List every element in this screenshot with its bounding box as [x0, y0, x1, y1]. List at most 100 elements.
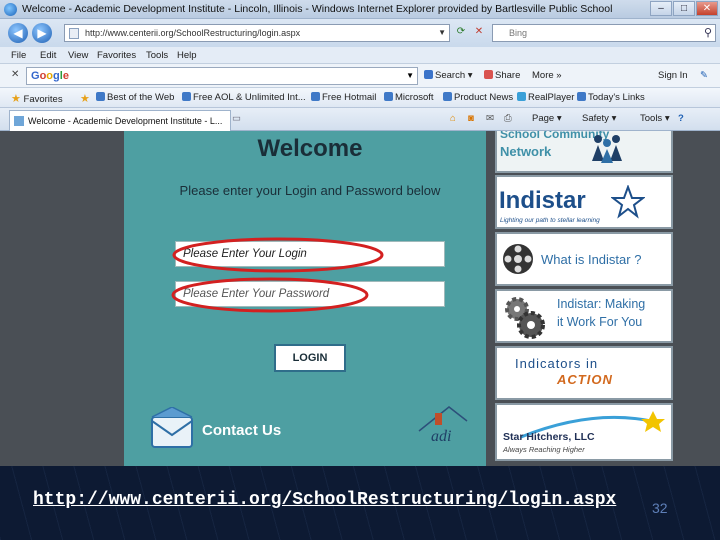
ie-page-icon	[443, 92, 452, 101]
window-title: Welcome - Academic Development Institute…	[22, 3, 613, 15]
google-dropdown-icon[interactable]: ▼	[406, 71, 414, 80]
slide-number: 32	[652, 500, 668, 516]
favorite-label: Best of the Web	[107, 92, 175, 103]
favorites-label: Favorites	[23, 94, 63, 105]
help-icon[interactable]: ?	[678, 113, 684, 124]
back-button[interactable]: ◀	[8, 23, 28, 43]
stop-icon[interactable]: ✕	[472, 25, 486, 39]
contact-us-link[interactable]: Contact Us	[202, 422, 281, 439]
google-search-field[interactable]: Google ▼	[26, 67, 418, 85]
search-field[interactable]: Bing ⚲	[492, 24, 716, 42]
window-title-bar: Welcome - Academic Development Institute…	[0, 0, 720, 19]
envelope-icon[interactable]	[149, 407, 195, 451]
url-text: http://www.centerii.org/SchoolRestructur…	[85, 28, 301, 38]
card-subtitle: Network	[500, 144, 552, 159]
ie-logo-icon	[4, 3, 17, 16]
menu-favorites[interactable]: Favorites	[97, 50, 136, 61]
card-subtitle: Always Reaching Higher	[503, 445, 585, 454]
home-icon[interactable]: ⌂	[450, 113, 456, 124]
favorite-label: Product News	[454, 92, 514, 103]
feeds-icon[interactable]: ◙	[468, 113, 474, 124]
favorite-link[interactable]: Free AOL & Unlimited Int...	[182, 92, 306, 103]
favorite-link[interactable]: Microsoft	[384, 92, 434, 103]
close-button[interactable]: ✕	[696, 1, 718, 16]
sign-in-link[interactable]: Sign In	[658, 70, 688, 81]
favorites-star-icon: ★	[11, 93, 21, 105]
indicators-in-action-card[interactable]: Indicators in ACTION	[495, 346, 673, 400]
read-mail-icon[interactable]: ✉	[486, 113, 494, 124]
gears-icon	[505, 297, 545, 339]
card-subtitle: ACTION	[557, 372, 613, 387]
share-label: Share	[495, 70, 521, 81]
sidebar: School Community Network Indistar Lighti…	[495, 131, 673, 466]
favorite-label: Free AOL & Unlimited Int...	[193, 92, 306, 103]
favorite-link[interactable]: Product News	[443, 92, 513, 103]
tab-row: Welcome - Academic Development Institute…	[0, 108, 720, 131]
school-community-network-card[interactable]: School Community Network	[495, 131, 673, 173]
favorite-link[interactable]: RealPlayer	[517, 92, 574, 103]
url-field[interactable]: http://www.centerii.org/SchoolRestructur…	[64, 24, 450, 42]
menu-bar: File Edit View Favorites Tools Help	[0, 47, 720, 64]
favorite-link[interactable]: Today's Links	[577, 92, 645, 103]
login-field[interactable]: Please Enter Your Login	[175, 241, 445, 267]
star-hitchers-card[interactable]: Star Hitchers, LLC Always Reaching Highe…	[495, 403, 673, 461]
page-title: Welcome	[257, 135, 363, 162]
search-icon[interactable]: ⚲	[704, 26, 712, 39]
forward-button[interactable]: ▶	[32, 23, 52, 43]
ie-page-icon	[311, 92, 320, 101]
minimize-button[interactable]: –	[650, 1, 672, 16]
slide-caption: http://www.centerii.org/SchoolRestructur…	[0, 466, 720, 540]
favorite-link[interactable]: Free Hotmail	[311, 92, 376, 103]
print-icon[interactable]: ⎙	[504, 113, 512, 124]
favorite-label: Free Hotmail	[322, 92, 377, 103]
ie-page-icon	[96, 92, 105, 101]
close-toolbar-icon[interactable]: ✕	[11, 69, 19, 80]
card-title: Star Hitchers, LLC	[503, 431, 595, 443]
tools-menu[interactable]: Tools ▾	[640, 113, 670, 124]
film-reel-icon	[503, 244, 533, 274]
login-placeholder: Please Enter Your Login	[183, 248, 307, 260]
indistar-tagline: Lighting our path to stellar learning	[500, 217, 600, 224]
password-placeholder: Please Enter Your Password	[183, 288, 330, 300]
search-placeholder: Bing	[509, 28, 528, 38]
tab-page-icon	[14, 116, 24, 126]
share-icon	[484, 70, 493, 79]
favorite-label: RealPlayer	[528, 92, 575, 103]
share-button[interactable]: Share	[484, 70, 520, 81]
what-is-indistar-card[interactable]: What is Indistar ?	[495, 232, 673, 286]
menu-tools[interactable]: Tools	[146, 50, 168, 61]
caption-url-link[interactable]: http://www.centerii.org/SchoolRestructur…	[33, 490, 616, 510]
url-dropdown-icon[interactable]: ▼	[438, 28, 446, 37]
google-logo: Google	[31, 70, 69, 82]
add-favorite-icon[interactable]: ★	[80, 92, 90, 105]
login-button[interactable]: LOGIN	[274, 344, 346, 372]
making-it-work-card[interactable]: Indistar: Making it Work For You	[495, 289, 673, 343]
login-instructions: Please enter your Login and Password bel…	[179, 183, 441, 198]
google-search-button[interactable]: Search ▾	[424, 70, 473, 81]
menu-help[interactable]: Help	[177, 50, 197, 61]
card-title: Indicators in	[515, 356, 599, 371]
menu-edit[interactable]: Edit	[40, 50, 56, 61]
safety-menu[interactable]: Safety ▾	[582, 113, 616, 124]
tab-welcome[interactable]: Welcome - Academic Development Institute…	[9, 110, 231, 131]
password-field[interactable]: Please Enter Your Password	[175, 281, 445, 307]
card-title: Indistar: Making	[557, 297, 646, 311]
card-subtitle: it Work For You	[557, 315, 643, 329]
new-tab-button[interactable]: ▭	[232, 113, 241, 124]
maximize-button[interactable]: □	[673, 1, 695, 16]
menu-view[interactable]: View	[68, 50, 88, 61]
indistar-card[interactable]: Indistar Lighting our path to stellar le…	[495, 175, 673, 229]
refresh-icon[interactable]: ⟳	[454, 25, 468, 39]
favorite-link[interactable]: Best of the Web	[96, 92, 174, 103]
favorites-button[interactable]: ★ Favorites	[11, 92, 63, 105]
page-icon	[69, 28, 79, 39]
menu-file[interactable]: File	[11, 50, 26, 61]
more-button[interactable]: More »	[532, 70, 562, 81]
realplayer-icon	[517, 92, 526, 101]
indistar-brand: Indistar	[499, 187, 586, 214]
page-menu[interactable]: Page ▾	[532, 113, 562, 124]
favorite-label: Today's Links	[588, 92, 645, 103]
wrench-icon[interactable]: ✎	[700, 70, 708, 81]
browser-screenshot: Welcome - Academic Development Institute…	[0, 0, 720, 466]
star-icon	[611, 185, 645, 219]
